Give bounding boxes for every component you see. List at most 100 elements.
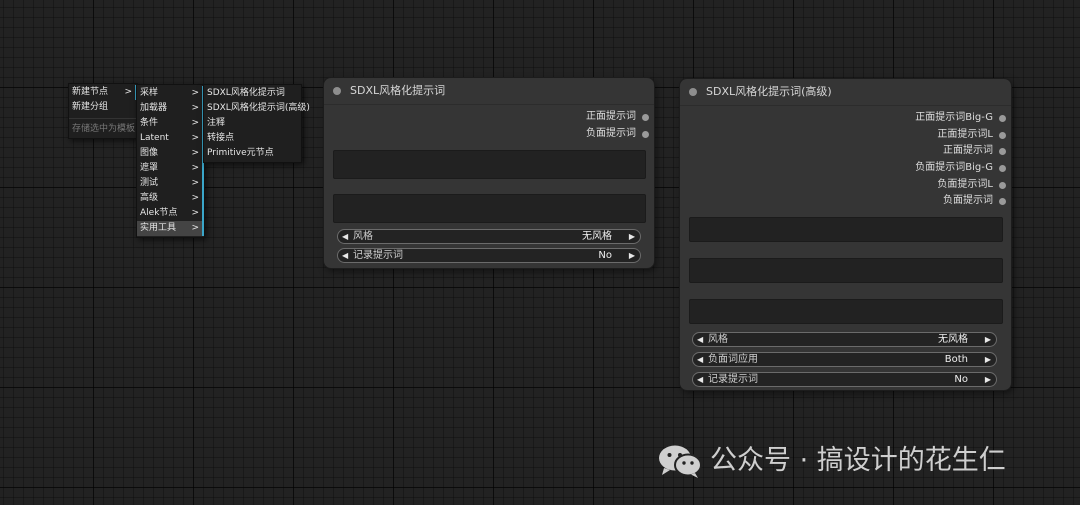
menu-item-image[interactable]: 图像 > — [137, 146, 204, 161]
menu-item-label: Primitive元节点 — [207, 148, 274, 158]
submenu-arrow-icon: > — [191, 103, 199, 113]
menu-item-conditioning[interactable]: 条件 > — [137, 116, 204, 131]
menu-item-utils[interactable]: 实用工具 > — [137, 221, 204, 236]
menu-item-loaders[interactable]: 加载器 > — [137, 101, 204, 116]
context-menu: 新建节点 > 新建分组 存储选中为模板 — [68, 83, 138, 139]
widget-value: 无风格 — [582, 231, 612, 242]
output-label: 正面提示词L — [937, 128, 993, 140]
output-negative-prompt-l: 负面提示词L — [680, 177, 1011, 194]
output-slot-icon[interactable] — [642, 114, 649, 121]
output-slot-icon[interactable] — [999, 198, 1006, 206]
negative-text-input[interactable] — [689, 299, 1003, 324]
menu-item-label: 高级 — [140, 193, 159, 203]
menu-item-sdxl-style-prompt-advanced[interactable]: SDXL风格化提示词(高级) — [204, 101, 310, 116]
menu-item-label: 实用工具 — [140, 223, 177, 233]
collapse-dot-icon[interactable] — [333, 87, 341, 95]
menu-item-label: 新建分组 — [72, 102, 109, 112]
menu-item-label: 条件 — [140, 118, 159, 128]
output-label: 负面提示词 — [586, 127, 636, 139]
menu-item-testing[interactable]: 测试 > — [137, 176, 204, 191]
increment-arrow-icon[interactable]: ▶ — [985, 353, 991, 366]
increment-arrow-icon[interactable]: ▶ — [985, 333, 991, 346]
output-label: 正面提示词 — [586, 111, 636, 122]
node-outputs: 正面提示词 负面提示词 — [324, 105, 654, 142]
sdxl-style-prompt-advanced-node[interactable]: SDXL风格化提示词(高级) 正面提示词Big-G 正面提示词L 正面提示词 负… — [680, 79, 1011, 390]
decrement-arrow-icon[interactable]: ◀ — [342, 230, 348, 243]
menu-item-label: 测试 — [140, 178, 159, 188]
menu-item-sampling[interactable]: 采样 > — [137, 86, 204, 101]
node-title-bar[interactable]: SDXL风格化提示词(高级) — [680, 79, 1011, 106]
negative-text-input[interactable] — [333, 194, 646, 223]
node-title: SDXL风格化提示词(高级) — [706, 85, 832, 98]
output-label: 正面提示词Big-G — [915, 112, 993, 123]
sdxl-style-prompt-node[interactable]: SDXL风格化提示词 正面提示词 负面提示词 ◀ 风格 无风格 ▶ ◀ 记录提示… — [324, 78, 654, 268]
positive-text-input-g[interactable] — [689, 217, 1003, 242]
submenu-arrow-icon: > — [191, 178, 199, 188]
submenu-arrow-icon: > — [124, 87, 132, 97]
decrement-arrow-icon[interactable]: ◀ — [697, 353, 703, 366]
submenu-arrow-icon: > — [191, 133, 199, 143]
submenu-arrow-icon: > — [191, 193, 199, 203]
node-category-menu: 采样 > 加载器 > 条件 > Latent > 图像 > 遮罩 > 测试 > 高级 > Ale… — [136, 84, 205, 238]
output-negative-prompt: 负面提示词 — [324, 126, 654, 143]
menu-item-mask[interactable]: 遮罩 > — [137, 161, 204, 176]
submenu-arrow-icon: > — [191, 208, 199, 218]
output-label: 正面提示词 — [943, 145, 993, 157]
watermark: 公众号 · 搞设计的花生仁 — [658, 441, 1068, 481]
output-slot-icon[interactable] — [999, 115, 1006, 122]
widget-value: 无风格 — [938, 334, 968, 345]
collapse-dot-icon[interactable] — [689, 88, 697, 96]
output-positive-prompt: 正面提示词 — [324, 109, 654, 126]
menu-item-label: 存储选中为模板 — [72, 124, 136, 134]
menu-item-reroute[interactable]: 转接点 — [204, 131, 301, 146]
output-slot-icon[interactable] — [999, 165, 1006, 173]
log-prompt-toggle[interactable]: ◀ 记录提示词 No ▶ — [692, 372, 997, 387]
menu-divider — [69, 118, 137, 119]
output-slot-icon[interactable] — [999, 148, 1006, 156]
increment-arrow-icon[interactable]: ▶ — [985, 373, 991, 386]
positive-text-input[interactable] — [333, 150, 646, 179]
output-slot-icon[interactable] — [642, 130, 649, 138]
decrement-arrow-icon[interactable]: ◀ — [697, 333, 703, 346]
log-prompt-toggle[interactable]: ◀ 记录提示词 No ▶ — [337, 248, 641, 263]
node-title-bar[interactable]: SDXL风格化提示词 — [324, 78, 654, 105]
submenu-arrow-icon: > — [191, 148, 199, 158]
output-slot-icon[interactable] — [999, 181, 1006, 189]
menu-item-label: SDXL风格化提示词(高级) — [207, 103, 310, 113]
menu-item-label: 采样 — [140, 88, 159, 98]
node-title: SDXL风格化提示词 — [350, 84, 446, 97]
style-combo[interactable]: ◀ 风格 无风格 ▶ — [692, 332, 997, 347]
node-outputs: 正面提示词Big-G 正面提示词L 正面提示词 负面提示词Big-G 负面提示词… — [680, 106, 1011, 210]
widget-value: No — [954, 374, 968, 385]
widget-value: No — [598, 250, 612, 261]
menu-item-latent[interactable]: Latent > — [137, 131, 204, 146]
output-positive-prompt-l: 正面提示词L — [680, 127, 1011, 144]
menu-item-new-group[interactable]: 新建分组 — [69, 100, 137, 115]
widget-label: 风格 — [353, 231, 373, 242]
widget-label: 记录提示词 — [708, 374, 758, 385]
menu-item-label: Latent — [140, 133, 169, 143]
increment-arrow-icon[interactable]: ▶ — [629, 249, 635, 262]
menu-item-sdxl-style-prompt[interactable]: SDXL风格化提示词 — [204, 86, 301, 101]
negative-apply-combo[interactable]: ◀ 负面词应用 Both ▶ — [692, 352, 997, 367]
menu-item-label: 图像 — [140, 148, 159, 158]
output-slot-icon[interactable] — [999, 131, 1006, 139]
decrement-arrow-icon[interactable]: ◀ — [342, 249, 348, 262]
menu-item-label: 转接点 — [207, 133, 235, 143]
menu-item-alek-nodes[interactable]: Alek节点 > — [137, 206, 204, 221]
menu-item-new-node[interactable]: 新建节点 > — [69, 85, 137, 100]
widget-label: 风格 — [708, 334, 728, 345]
decrement-arrow-icon[interactable]: ◀ — [697, 373, 703, 386]
submenu-arrow-icon: > — [191, 223, 199, 233]
menu-item-advanced[interactable]: 高级 > — [137, 191, 204, 206]
style-combo[interactable]: ◀ 风格 无风格 ▶ — [337, 229, 641, 244]
menu-item-label: 注释 — [207, 118, 226, 128]
submenu-arrow-icon: > — [191, 118, 199, 128]
positive-text-input-l[interactable] — [689, 258, 1003, 283]
increment-arrow-icon[interactable]: ▶ — [629, 230, 635, 243]
menu-item-primitive[interactable]: Primitive元节点 — [204, 146, 301, 161]
menu-item-note[interactable]: 注释 — [204, 116, 301, 131]
output-label: 负面提示词L — [937, 178, 993, 190]
output-positive-prompt: 正面提示词 — [680, 143, 1011, 160]
widget-label: 记录提示词 — [353, 250, 403, 261]
